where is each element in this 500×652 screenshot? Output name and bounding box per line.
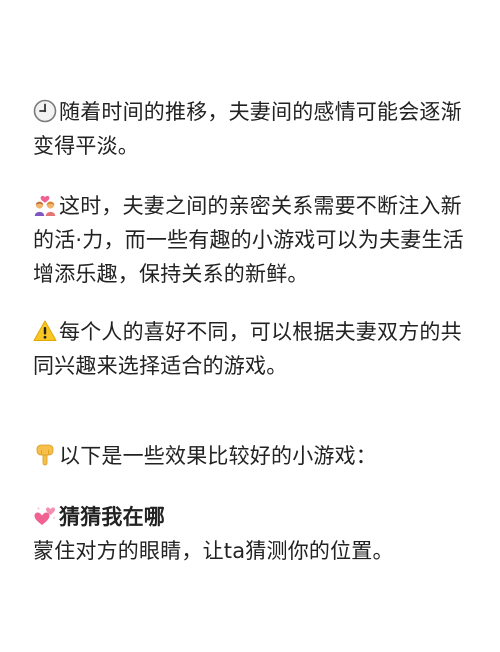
clock-icon <box>33 99 57 123</box>
pointing-down-icon <box>33 443 57 467</box>
paragraph-list-intro: 以下是一些效果比较好的小游戏： <box>33 439 473 473</box>
game-description: 蒙住对方的眼睛，让ta猜测你的位置。 <box>33 539 394 563</box>
warning-icon <box>33 319 57 343</box>
paragraph-list-intro-text: 以下是一些效果比较好的小游戏： <box>59 444 377 468</box>
note-page: 随着时间的推移，夫妻间的感情可能会逐渐变得平淡。 这时，夫妻之间的亲密关系需要不… <box>0 0 500 652</box>
game-title: 猜猜我在哪 <box>59 505 165 529</box>
two-hearts-icon <box>33 504 57 528</box>
paragraph-relationship: 这时，夫妻之间的亲密关系需要不断注入新的活·力，而一些有趣的小游戏可以为夫妻生活… <box>33 189 473 291</box>
paragraph-intro-text: 随着时间的推移，夫妻间的感情可能会逐渐变得平淡。 <box>33 100 462 158</box>
paragraph-interests-text: 每个人的喜好不同，可以根据夫妻双方的共同兴趣来选择适合的游戏。 <box>33 320 462 378</box>
game-item: 猜猜我在哪 蒙住对方的眼睛，让ta猜测你的位置。 <box>33 500 473 568</box>
paragraph-interests: 每个人的喜好不同，可以根据夫妻双方的共同兴趣来选择适合的游戏。 <box>33 315 473 383</box>
couple-heart-icon <box>33 193 57 217</box>
paragraph-intro: 随着时间的推移，夫妻间的感情可能会逐渐变得平淡。 <box>33 95 473 163</box>
paragraph-relationship-text: 这时，夫妻之间的亲密关系需要不断注入新的活·力，而一些有趣的小游戏可以为夫妻生活… <box>33 194 464 286</box>
